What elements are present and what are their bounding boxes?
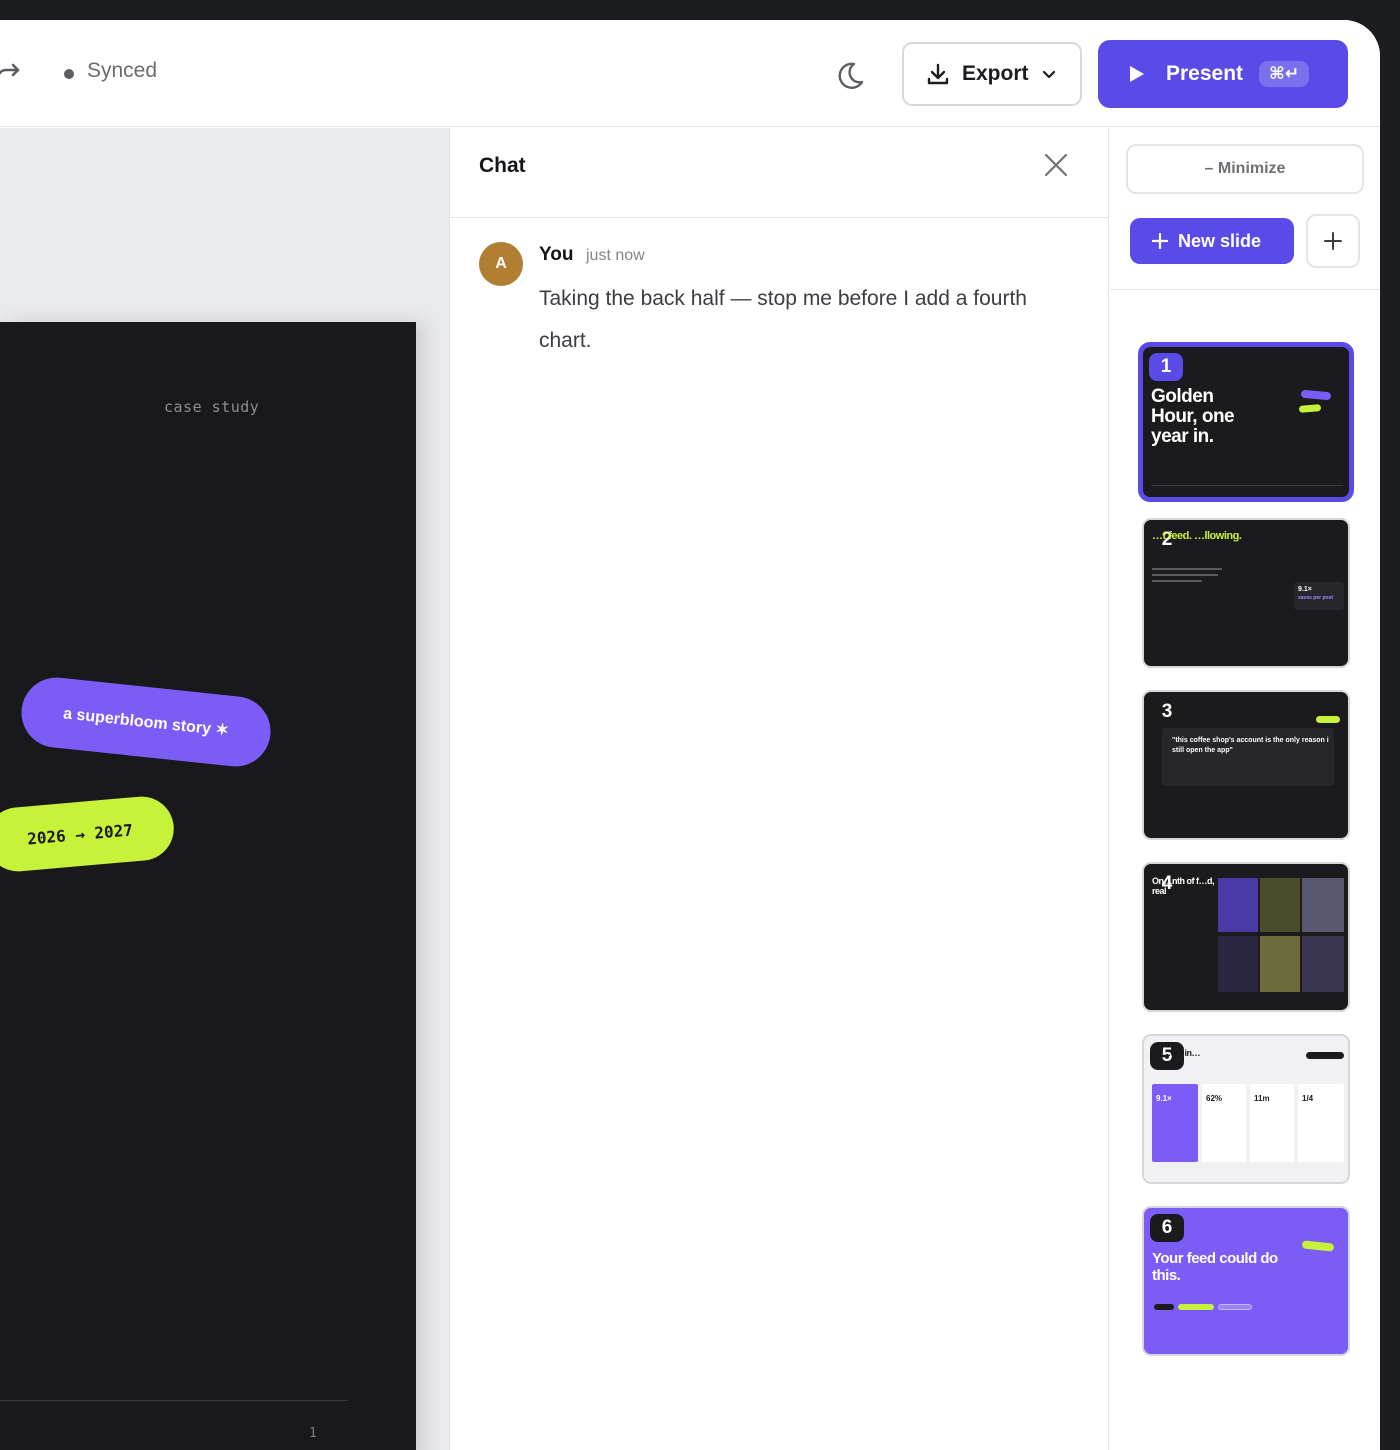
slide-eyebrow: case study	[164, 398, 260, 416]
thumb-chip	[1178, 1304, 1214, 1310]
avatar: A	[479, 242, 523, 286]
slide-tag-lime: 2026 → 2027	[0, 793, 177, 875]
thumb-photo	[1218, 936, 1258, 992]
new-slide-label: New slide	[1178, 230, 1262, 251]
thumb-photo	[1302, 878, 1344, 932]
thumb-photo	[1302, 936, 1344, 992]
slide-thumb-title: On…nth of f…d, real	[1152, 876, 1214, 896]
thumb-stat-card: 9.1×	[1152, 1084, 1198, 1162]
thumb-tag-lime	[1301, 1240, 1335, 1252]
thumb-quote: "this coffee shop's account is the only …	[1172, 737, 1329, 754]
thumb-stat-card: 1/4	[1298, 1084, 1344, 1162]
chat-title: Chat	[479, 154, 526, 177]
thumb-stat-value: 9.1×	[1156, 1094, 1172, 1103]
slide-thumb-title: Golden Hour, one year in.	[1151, 386, 1235, 447]
plus-icon	[1152, 233, 1168, 249]
message-timestamp: just now	[586, 247, 645, 264]
download-icon	[927, 63, 949, 85]
slide-thumbnail-5[interactable]: 5 Th…ear in…mbers 9.1× 62% 11m 1/4	[1142, 1034, 1350, 1184]
current-slide[interactable]: case study a superbloom story ✶ 2026 → 2…	[0, 322, 416, 1450]
chat-header: Chat	[450, 128, 1109, 218]
message-author: You	[539, 244, 574, 265]
thumb-chip	[1154, 1304, 1174, 1310]
slide-footer-rule	[0, 1400, 348, 1401]
slide-thumbnail-6[interactable]: 6 Your feed could do this.	[1142, 1206, 1350, 1356]
thumb-text-line	[1152, 568, 1222, 570]
slide-thumbnail-2[interactable]: 2 …t feed. …llowing. 9.1× saves per post	[1142, 518, 1350, 668]
thumb-tag-dark	[1306, 1052, 1344, 1059]
slide-thumb-title: Th…ear in…mbers	[1152, 1048, 1201, 1068]
slide-rail: – Minimize New slide 1 Golden Hour, one …	[1110, 128, 1380, 1450]
dark-mode-moon-icon[interactable]	[832, 58, 868, 94]
message-text: Taking the back half — stop me before I …	[539, 287, 1027, 352]
thumb-text-line	[1152, 580, 1202, 582]
thumb-stat-value: 9.1×	[1298, 586, 1312, 593]
thumb-quote-card: "this coffee shop's account is the only …	[1162, 728, 1334, 786]
present-shortcut-badge: ⌘↵	[1259, 61, 1310, 87]
thumb-stat-value: 11m	[1254, 1094, 1270, 1103]
thumb-rule	[1151, 485, 1343, 486]
sync-status-dot	[64, 69, 74, 79]
slide-thumb-title: …t feed. …llowing.	[1152, 530, 1242, 542]
top-bar: Synced Export Present ⌘↵	[0, 20, 1380, 127]
minimize-button[interactable]: – Minimize	[1126, 144, 1364, 194]
slide-thumb-number: 3	[1150, 698, 1184, 726]
thumb-stat-value: 1/4	[1302, 1094, 1314, 1103]
app-window: Synced Export Present ⌘↵ case study a su…	[0, 20, 1380, 1450]
present-button[interactable]: Present ⌘↵	[1098, 40, 1348, 108]
thumb-tag-lime	[1298, 404, 1322, 413]
play-icon	[1130, 66, 1144, 82]
thumb-stat-label: saves per post	[1298, 595, 1334, 601]
chat-panel: Chat A You just now Taking the back half…	[449, 128, 1109, 1450]
present-label: Present	[1166, 62, 1244, 85]
thumb-photo	[1260, 936, 1300, 992]
redo-icon[interactable]	[0, 60, 24, 90]
rail-divider	[1110, 289, 1380, 290]
slide-thumb-number: 6	[1150, 1214, 1184, 1242]
thumb-stat-card: 11m	[1250, 1084, 1294, 1162]
thumb-tag-purple	[1300, 389, 1332, 401]
slide-page-number: 1	[309, 1426, 317, 1441]
thumb-text-line	[1152, 574, 1218, 576]
thumb-stat-card: 62%	[1202, 1084, 1246, 1162]
slide-thumb-number: 1	[1149, 353, 1183, 381]
thumb-chip	[1218, 1304, 1252, 1310]
new-slide-button[interactable]: New slide	[1130, 218, 1294, 264]
slide-thumb-title: Your feed could do this.	[1152, 1250, 1278, 1284]
thumb-photo	[1218, 878, 1258, 932]
export-label: Export	[962, 62, 1029, 85]
close-icon[interactable]	[1043, 152, 1069, 178]
slide-thumbnail-1[interactable]: 1 Golden Hour, one year in.	[1138, 342, 1354, 502]
thumb-tag-lime	[1316, 716, 1340, 723]
slide-tag-purple: a superbloom story ✶	[18, 674, 274, 770]
sync-status-label: Synced	[87, 59, 158, 82]
thumb-photo	[1260, 878, 1300, 932]
chevron-down-icon	[1042, 70, 1055, 79]
thumb-stat-card: 9.1× saves per post	[1294, 582, 1344, 610]
slide-thumbnail-4[interactable]: 4 On…nth of f…d, real	[1142, 862, 1350, 1012]
thumb-stat-value: 62%	[1206, 1094, 1223, 1103]
slide-canvas: case study a superbloom story ✶ 2026 → 2…	[0, 128, 449, 1450]
plus-icon	[1324, 232, 1342, 250]
export-button[interactable]: Export	[902, 42, 1082, 106]
slide-thumbnail-3[interactable]: 3 "this coffee shop's account is the onl…	[1142, 690, 1350, 840]
add-button[interactable]	[1306, 214, 1360, 268]
